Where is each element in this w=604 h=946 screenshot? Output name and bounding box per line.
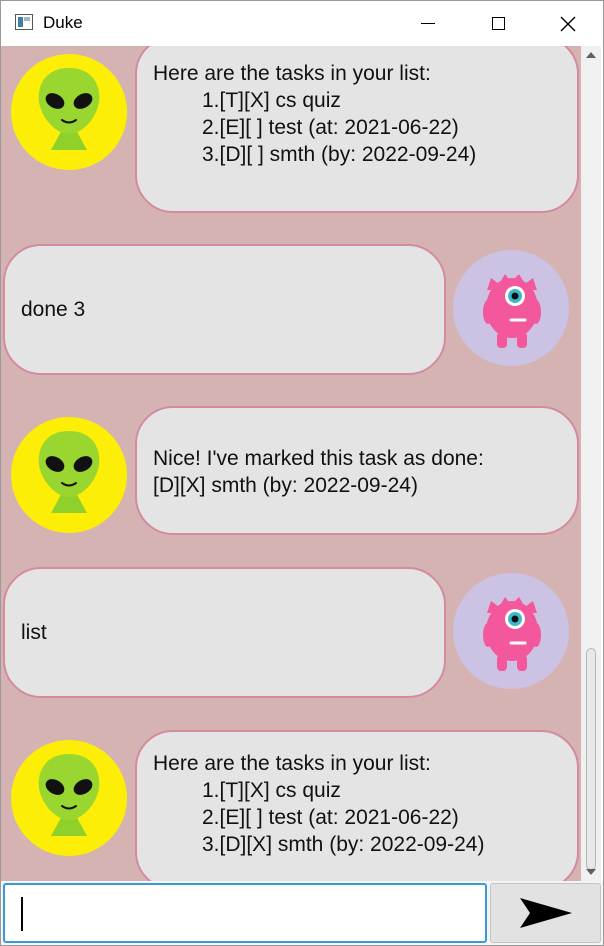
- duke-message-bubble: Nice! I've marked this task as done: [D]…: [135, 406, 579, 535]
- user-avatar: [453, 250, 569, 366]
- scrollbar-thumb[interactable]: [586, 648, 596, 870]
- send-arrow-icon: [519, 898, 572, 928]
- text-caret: [21, 897, 23, 931]
- duke-message-bubble: Here are the tasks in your list: 1.[T][X…: [135, 46, 579, 213]
- alien-icon: [37, 430, 101, 514]
- app-icon: [15, 14, 33, 30]
- message-text: 1.[T][X] cs quiz: [202, 89, 341, 112]
- close-icon: [560, 16, 576, 31]
- message-text: Here are the tasks in your list:: [153, 62, 431, 85]
- minimize-button[interactable]: [393, 1, 463, 46]
- duke-avatar: [11, 417, 127, 533]
- message-text: 1.[T][X] cs quiz: [202, 779, 341, 802]
- message-text: list: [21, 621, 47, 644]
- message-text: Here are the tasks in your list:: [153, 752, 431, 775]
- monster-icon: [481, 595, 543, 673]
- close-button[interactable]: [533, 1, 603, 46]
- alien-icon: [37, 753, 101, 837]
- message-text: 2.[E][ ] test (at: 2021-06-22): [202, 116, 459, 139]
- vertical-scrollbar[interactable]: [581, 46, 601, 881]
- message-text: Nice! I've marked this task as done:: [153, 447, 484, 470]
- message-text: done 3: [21, 298, 86, 321]
- chat-scroll-area[interactable]: Here are the tasks in your list: 1.[T][X…: [1, 46, 581, 881]
- maximize-button[interactable]: [463, 1, 533, 46]
- user-avatar: [453, 573, 569, 689]
- user-message-bubble: list: [3, 567, 446, 698]
- scroll-down-icon[interactable]: [586, 869, 596, 875]
- maximize-icon: [491, 17, 505, 30]
- title-bar[interactable]: Duke: [1, 1, 603, 46]
- scroll-up-icon[interactable]: [586, 52, 596, 58]
- input-row: [1, 881, 603, 945]
- alien-icon: [37, 67, 101, 151]
- message-input[interactable]: [3, 883, 487, 943]
- user-message-bubble: done 3: [3, 244, 446, 375]
- message-text: [D][X] smth (by: 2022-09-24): [153, 474, 418, 497]
- monster-icon: [481, 272, 543, 350]
- duke-message-bubble: Here are the tasks in your list: 1.[T][X…: [135, 730, 579, 881]
- app-window: Duke Here are the tasks in your list: 1.…: [0, 0, 604, 946]
- window-title: Duke: [43, 13, 83, 32]
- message-text: 3.[D][ ] smth (by: 2022-09-24): [202, 143, 477, 166]
- send-button[interactable]: [490, 883, 601, 943]
- message-text: 3.[D][X] smth (by: 2022-09-24): [202, 833, 485, 856]
- message-text: 2.[E][ ] test (at: 2021-06-22): [202, 806, 459, 829]
- duke-avatar: [11, 54, 127, 170]
- minimize-icon: [421, 23, 435, 24]
- duke-avatar: [11, 740, 127, 856]
